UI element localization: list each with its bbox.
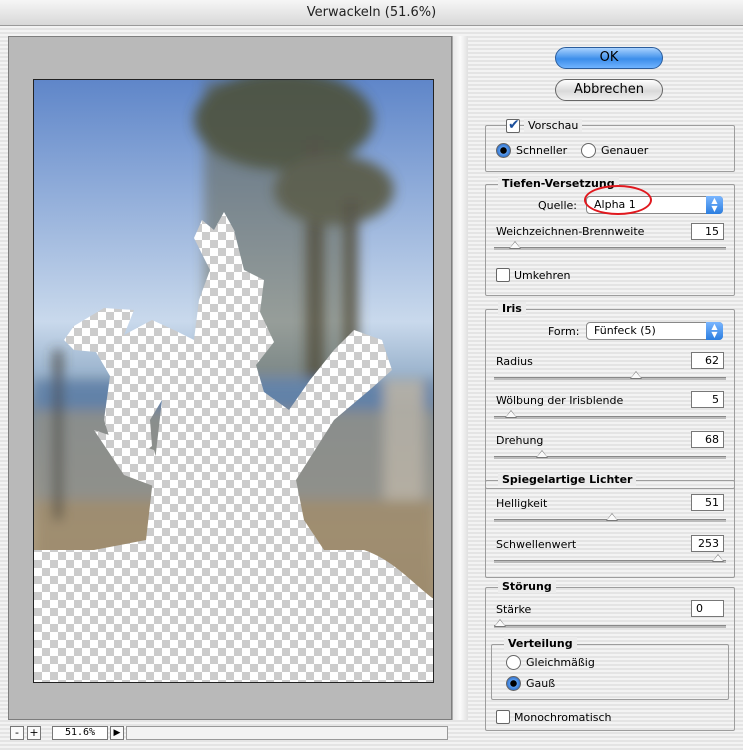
shape-select-value: Fünfeck (5) [594, 324, 656, 337]
zoom-in-button[interactable]: + [27, 726, 41, 740]
curvature-slider-thumb[interactable] [505, 410, 517, 418]
curvature-field[interactable]: 5 [691, 391, 724, 408]
distribution-title: Verteilung [504, 637, 577, 650]
shape-label: Form: [548, 325, 580, 338]
rotation-field[interactable]: 68 [691, 431, 724, 448]
threshold-label: Schwellenwert [496, 538, 577, 551]
blur-focal-slider-thumb[interactable] [509, 241, 522, 249]
mode-fast-radio[interactable] [496, 143, 511, 158]
preview-image[interactable] [33, 79, 434, 683]
noise-group: Störung Stärke 0 Verteilung Gleichmäßig … [485, 580, 735, 731]
rotation-slider-thumb[interactable] [535, 450, 548, 458]
rotation-label: Drehung [496, 434, 544, 447]
monochrome-checkbox[interactable] [496, 710, 510, 724]
zoom-out-button[interactable]: - [10, 726, 24, 740]
window-title: Verwackeln (51.6%) [0, 0, 743, 26]
preview-checkbox[interactable] [506, 117, 520, 133]
mode-accurate-radio[interactable] [581, 143, 596, 158]
source-highlight-ring [584, 185, 652, 215]
zoom-menu-icon[interactable]: ▶ [110, 726, 124, 740]
amount-slider[interactable] [494, 619, 726, 628]
monochrome-label: Monochromatisch [514, 711, 612, 724]
brightness-slider-thumb[interactable] [606, 513, 619, 521]
select-arrows-icon: ▲ ▼ [706, 322, 723, 340]
invert-checkbox[interactable] [496, 268, 510, 282]
dialog-body: - + 51.6% ▶ OK Abbrechen Vorschau Schnel… [0, 26, 743, 750]
preview-group: Vorschau Schneller Genauer [485, 117, 735, 172]
threshold-slider[interactable] [494, 554, 726, 563]
cancel-button[interactable]: Abbrechen [555, 79, 663, 101]
curvature-slider[interactable] [494, 410, 726, 419]
brightness-field[interactable]: 51 [691, 494, 724, 511]
blur-preview-photo [34, 80, 433, 682]
blur-focal-field[interactable]: 15 [691, 223, 724, 240]
gaussian-radio[interactable] [506, 676, 521, 691]
threshold-field[interactable]: 253 [691, 535, 724, 552]
ok-button[interactable]: OK [555, 47, 663, 69]
gaussian-label: Gauß [526, 677, 556, 690]
preview-label: Vorschau [524, 119, 583, 132]
select-arrows-icon: ▲ ▼ [706, 196, 723, 214]
threshold-slider-thumb[interactable] [711, 554, 724, 562]
amount-label: Stärke [496, 603, 532, 616]
curvature-label: Wölbung der Irisblende [496, 394, 624, 407]
zoom-scroll-track[interactable] [126, 726, 448, 740]
distribution-group: Verteilung Gleichmäßig Gauß [491, 637, 729, 700]
radius-label: Radius [496, 355, 533, 368]
brightness-label: Helligkeit [496, 497, 548, 510]
specular-group: Spiegelartige Lichter Helligkeit 51 Schw… [485, 473, 735, 578]
shape-select[interactable]: Fünfeck (5) ▲ ▼ [586, 322, 723, 340]
specular-title: Spiegelartige Lichter [498, 473, 637, 486]
iris-group: Iris Form: Fünfeck (5) ▲ ▼ Radius 62 Wölb… [485, 302, 735, 489]
radius-slider-thumb[interactable] [630, 371, 643, 379]
zoom-bar: - + 51.6% ▶ [10, 724, 452, 746]
preview-edge-strip [452, 36, 468, 720]
preview-area[interactable] [8, 36, 452, 720]
amount-slider-thumb[interactable] [494, 619, 506, 627]
blur-focal-slider[interactable] [494, 241, 726, 250]
invert-label: Umkehren [514, 269, 571, 282]
source-label: Quelle: [538, 199, 577, 212]
noise-title: Störung [498, 580, 556, 593]
radius-field[interactable]: 62 [691, 352, 724, 369]
rotation-slider[interactable] [494, 450, 726, 459]
mode-fast-label: Schneller [516, 144, 568, 157]
iris-title: Iris [498, 302, 526, 315]
mode-accurate-label: Genauer [601, 144, 649, 157]
radius-slider[interactable] [494, 371, 726, 380]
brightness-slider[interactable] [494, 513, 726, 522]
amount-field[interactable]: 0 [691, 600, 724, 617]
blur-focal-label: Weichzeichnen-Brennweite [496, 225, 645, 238]
uniform-label: Gleichmäßig [526, 656, 595, 669]
zoom-level: 51.6% [52, 726, 108, 740]
uniform-radio[interactable] [506, 655, 521, 670]
